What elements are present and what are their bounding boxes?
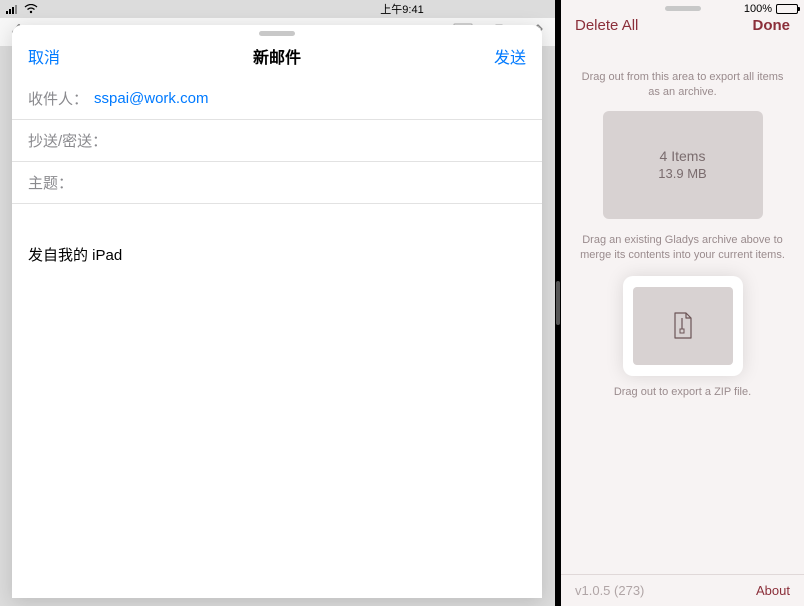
to-label: 收件人： <box>28 88 88 109</box>
zip-caption: Drag out to export a ZIP file. <box>561 386 804 398</box>
battery-icon <box>776 4 798 14</box>
compose-body[interactable]: 发自我的 iPad <box>12 204 542 305</box>
panel-footer: v1.0.5 (273) About <box>561 574 804 606</box>
signature-text: 发自我的 iPad <box>28 244 526 265</box>
delete-all-button[interactable]: Delete All <box>575 17 638 34</box>
done-button[interactable]: Done <box>753 17 791 34</box>
signal-icon <box>6 4 20 14</box>
about-button[interactable]: About <box>756 583 790 598</box>
compose-title: 新邮件 <box>253 44 301 68</box>
merge-hint-text: Drag an existing Gladys archive above to… <box>561 219 804 272</box>
clock: 上午9:41 <box>380 1 423 17</box>
to-value: sspai@work.com <box>94 90 208 107</box>
cc-bcc-label: 抄送/密送： <box>28 130 107 151</box>
send-button[interactable]: 发送 <box>494 44 526 68</box>
items-size: 13.9 MB <box>658 166 706 181</box>
version-text: v1.0.5 (273) <box>575 583 644 598</box>
battery-percent: 100% <box>744 3 772 15</box>
split-handle[interactable] <box>556 281 560 325</box>
cancel-button[interactable]: 取消 <box>28 44 60 68</box>
cc-bcc-field[interactable]: 抄送/密送： <box>12 120 542 162</box>
subject-field[interactable]: 主题： <box>12 162 542 204</box>
items-count: 4 Items <box>660 148 706 164</box>
archive-dropzone[interactable]: 4 Items 13.9 MB <box>603 111 763 219</box>
zip-file-icon <box>672 312 694 340</box>
gladys-panel: Delete All Done Drag out from this area … <box>561 0 804 606</box>
wifi-icon <box>24 4 38 14</box>
subject-label: 主题： <box>28 172 73 193</box>
zip-export-tile[interactable] <box>623 276 743 376</box>
status-bar: 上午9:41 100% <box>0 0 804 18</box>
export-hint-text: Drag out from this area to export all it… <box>561 44 804 111</box>
to-field[interactable]: 收件人： sspai@work.com <box>12 78 542 120</box>
compose-sheet: 取消 新邮件 发送 收件人： sspai@work.com 抄送/密送： 主题：… <box>12 25 542 598</box>
